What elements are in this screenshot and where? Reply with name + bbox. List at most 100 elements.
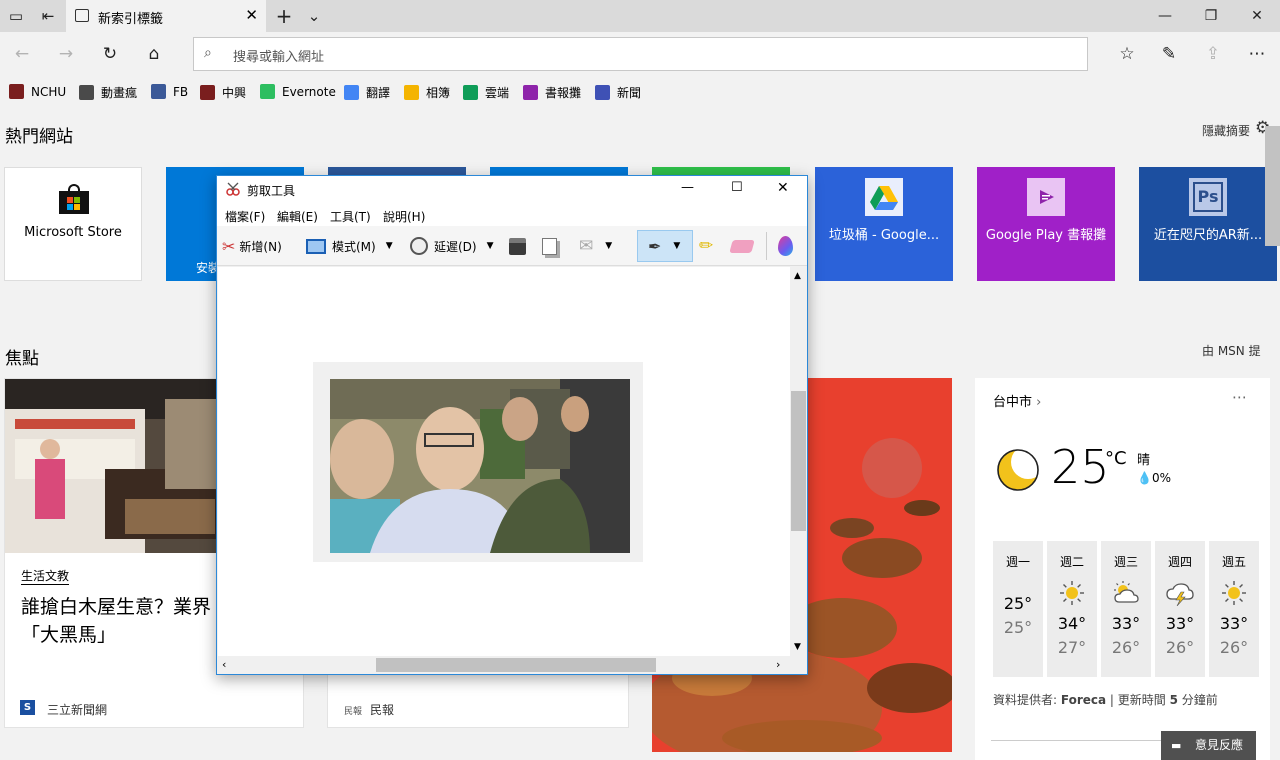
eraser-button[interactable] <box>729 234 755 258</box>
scroll-down-icon[interactable]: ▼ <box>794 642 801 652</box>
copy-button[interactable] <box>542 234 557 258</box>
fav-fb[interactable]: FB <box>151 84 188 99</box>
minbao-logo-icon: 民報 <box>344 707 363 717</box>
fav-photos[interactable]: 相簿 <box>404 84 450 101</box>
focus-heading: 焦點 <box>5 349 39 369</box>
snip-canvas[interactable] <box>218 267 790 656</box>
fav-label: 翻譯 <box>366 86 391 100</box>
forward-icon[interactable]: → <box>54 42 78 66</box>
address-bar[interactable]: ⌕ 搜尋或輸入網址 <box>193 37 1088 71</box>
menu-edit[interactable]: 編輯(E) <box>277 208 318 225</box>
tile-ar-news[interactable]: Ps 近在咫尺的AR新... <box>1139 167 1277 281</box>
day-high: 25° <box>1003 594 1033 613</box>
snip-maximize-button[interactable]: ☐ <box>731 180 743 195</box>
tab-preview-icon[interactable]: ▭ <box>6 6 26 26</box>
minimize-button[interactable]: — <box>1142 0 1188 32</box>
tile-google-drive-trash[interactable]: 垃圾桶 - Google... <box>815 167 953 281</box>
fav-ncho[interactable]: NCHU <box>9 84 66 99</box>
favorites-star-icon[interactable]: ☆ <box>1115 42 1139 66</box>
new-tab-icon[interactable]: + <box>274 6 294 26</box>
set-aside-tabs-icon[interactable]: ⇤ <box>38 6 58 26</box>
feedback-button[interactable]: ▬ 意見反應 <box>1161 731 1256 760</box>
fav-news[interactable]: 新聞 <box>595 84 641 101</box>
page-scrollbar-thumb[interactable] <box>1265 126 1280 246</box>
tile-microsoft-store[interactable]: Microsoft Store <box>4 167 142 281</box>
tab-new[interactable]: 新索引標籤 ✕ <box>66 0 266 32</box>
day-low: 26° <box>1165 638 1195 657</box>
delay-button[interactable]: 延遲(D) ▼ <box>410 234 494 258</box>
day-low: 25° <box>1003 618 1033 637</box>
fav-translate[interactable]: 翻譯 <box>344 84 390 101</box>
weather-card[interactable]: 台中市 › ⋯ 25 °C 晴 💧0% 週一 25° 25° 週二 34° 27… <box>975 378 1270 760</box>
copy-icon <box>542 237 557 255</box>
news-category[interactable]: 生活文教 <box>21 567 70 585</box>
scroll-up-icon[interactable]: ▲ <box>794 271 801 281</box>
day-high: 33° <box>1219 614 1249 633</box>
forecast-day-3[interactable]: 週三 33° 26° <box>1101 541 1151 677</box>
scroll-left-icon[interactable]: ‹ <box>222 658 226 671</box>
forecast-day-2[interactable]: 週二 34° 27° <box>1047 541 1097 677</box>
snip-horizontal-scrollbar[interactable]: ‹ › <box>218 656 790 674</box>
send-snip-button[interactable]: ✉ ▼ <box>579 234 612 258</box>
dropdown-arrow-icon: ▼ <box>486 241 494 251</box>
share-icon[interactable]: ⇪ <box>1201 42 1225 66</box>
weather-more-icon[interactable]: ⋯ <box>1232 388 1247 406</box>
paint3d-icon <box>778 236 793 256</box>
back-icon[interactable]: ← <box>10 42 34 66</box>
mode-button[interactable]: 模式(M) ▼ <box>306 234 393 258</box>
chevron-right-icon: › <box>1036 395 1042 410</box>
tile-google-play-newsstand[interactable]: Google Play 書報攤 <box>977 167 1115 281</box>
anime-icon <box>79 85 94 100</box>
news-source: 民報 <box>370 703 395 717</box>
fav-label: 書報攤 <box>545 86 582 100</box>
fav-drive[interactable]: 雲端 <box>463 84 509 101</box>
hide-feed-link[interactable]: 隱藏摘要 <box>1202 122 1250 139</box>
refresh-icon[interactable]: ↻ <box>98 42 122 66</box>
highlighter-icon: ✏ <box>699 236 714 256</box>
translate-icon <box>344 85 359 100</box>
snip-titlebar[interactable]: 剪取工具 — ☐ ✕ <box>217 176 807 204</box>
menu-file[interactable]: 檔案(F) <box>225 208 265 225</box>
new-snip-button[interactable]: ✂ 新增(N) <box>222 234 282 258</box>
restore-button[interactable]: ❐ <box>1188 0 1234 32</box>
fav-evernote[interactable]: Evernote <box>260 84 336 99</box>
page-icon <box>75 9 89 22</box>
pen-button[interactable]: ✒ ▼ <box>637 230 693 262</box>
close-tab-icon[interactable]: ✕ <box>245 6 258 24</box>
save-snip-button[interactable] <box>509 234 526 258</box>
forecast-day-5[interactable]: 週五 33° 26° <box>1209 541 1259 677</box>
paint3d-button[interactable] <box>778 234 793 258</box>
snip-vertical-scrollbar[interactable]: ▲ ▼ <box>790 267 807 656</box>
feedback-icon: ▬ <box>1171 739 1182 752</box>
v-scroll-thumb[interactable] <box>791 391 806 531</box>
menu-help[interactable]: 說明(H) <box>383 208 425 225</box>
h-scroll-thumb[interactable] <box>376 658 656 672</box>
snip-minimize-button[interactable]: — <box>681 180 694 195</box>
updated-suffix: 分鐘前 <box>1177 693 1218 707</box>
home-icon[interactable]: ⌂ <box>142 42 166 66</box>
more-icon[interactable]: ⋯ <box>1245 42 1269 66</box>
scroll-right-icon[interactable]: › <box>776 658 780 671</box>
drive-icon <box>463 85 478 100</box>
fav-newsstand[interactable]: 書報攤 <box>523 84 581 101</box>
tab-list-chevron-icon[interactable]: ⌄ <box>304 6 324 26</box>
ink-pen-icon[interactable]: ✎ <box>1157 42 1181 66</box>
toolbar-divider <box>766 232 767 260</box>
envelope-icon: ✉ <box>579 236 594 256</box>
forecast-day-4[interactable]: 週四 33° 26° <box>1155 541 1205 677</box>
snip-close-button[interactable]: ✕ <box>777 180 789 196</box>
chunghsing-icon <box>200 85 215 100</box>
search-icon: ⌕ <box>204 45 212 61</box>
fav-anime[interactable]: 動畫瘋 <box>79 84 137 101</box>
weather-city[interactable]: 台中市 › <box>993 391 1041 410</box>
fav-chunghsing[interactable]: 中興 <box>200 84 246 101</box>
fav-label: 動畫瘋 <box>101 86 138 100</box>
forecast-day-1[interactable]: 週一 25° 25° <box>993 541 1043 677</box>
highlighter-button[interactable]: ✏ <box>699 234 713 258</box>
snipping-tool-window[interactable]: 剪取工具 — ☐ ✕ 檔案(F) 編輯(E) 工具(T) 說明(H) ✂ 新增(N… <box>216 175 808 675</box>
sun-icon <box>1047 580 1097 606</box>
dropdown-arrow-icon: ▼ <box>673 241 681 251</box>
close-window-button[interactable]: ✕ <box>1234 0 1280 32</box>
thunderstorm-icon <box>1155 580 1205 606</box>
menu-tools[interactable]: 工具(T) <box>330 208 371 225</box>
